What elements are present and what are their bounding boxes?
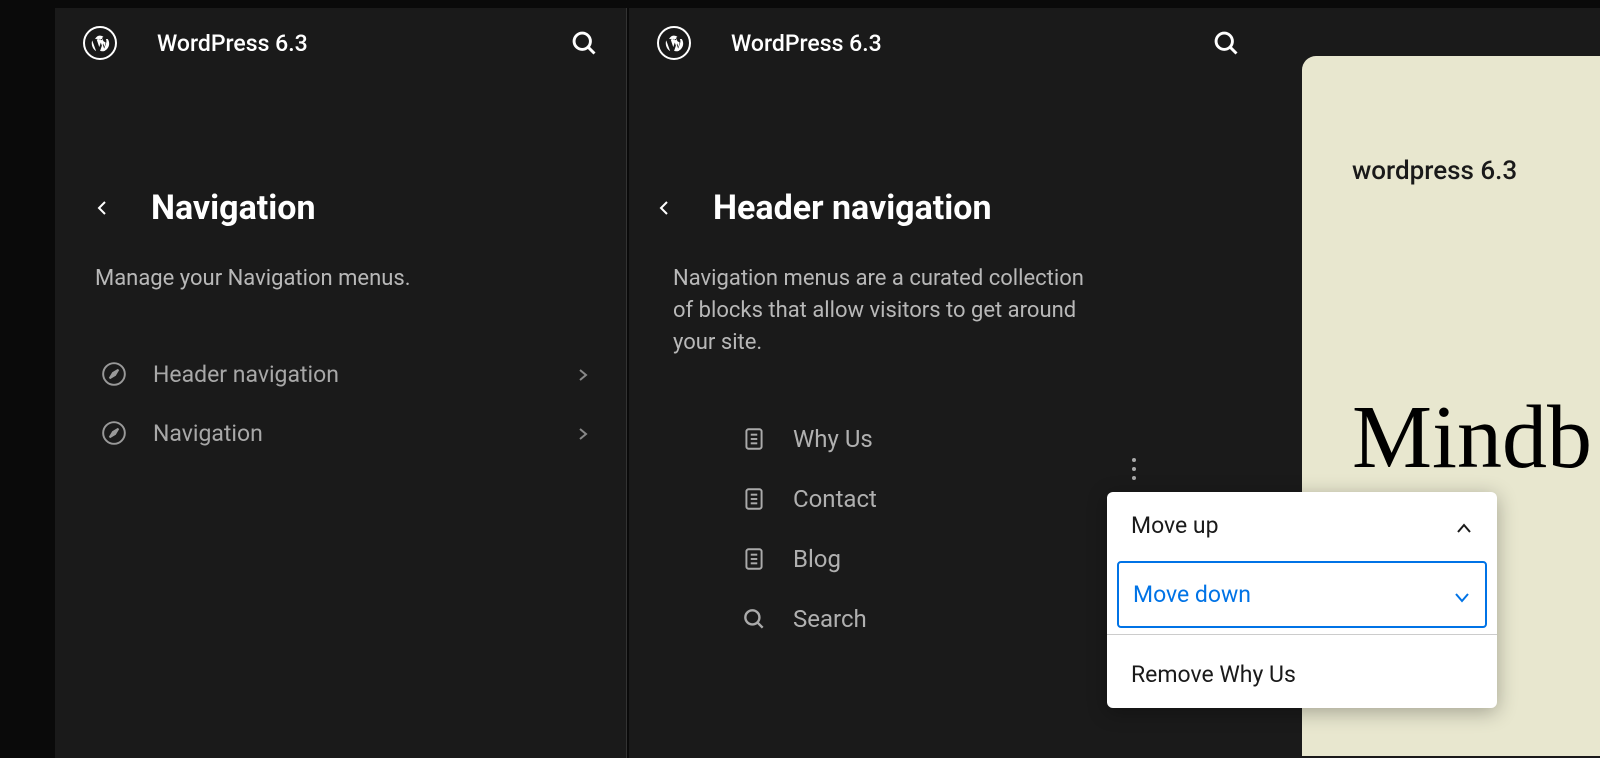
divider — [1107, 634, 1497, 635]
nav-item-header-navigation[interactable]: Header navigation — [93, 345, 598, 404]
page-icon — [741, 546, 767, 572]
context-item-label: Move up — [1131, 512, 1219, 539]
chevron-right-icon — [576, 367, 590, 381]
search-button[interactable] — [1212, 29, 1240, 57]
context-item-label: Remove Why Us — [1131, 661, 1296, 688]
section-title: Navigation — [151, 188, 316, 228]
header-left: WordPress 6.3 — [83, 26, 308, 60]
item-options-button[interactable] — [1124, 450, 1144, 488]
compass-icon — [101, 420, 127, 446]
search-icon — [741, 606, 767, 632]
context-item-label: Move down — [1133, 581, 1251, 608]
search-button[interactable] — [570, 29, 598, 57]
remove-button[interactable]: Remove Why Us — [1107, 641, 1497, 708]
preview-small-title: wordpress 6.3 — [1352, 156, 1600, 186]
navigation-list: Header navigation Navigation — [55, 315, 626, 463]
chevron-up-icon — [1455, 517, 1473, 535]
back-button[interactable] — [95, 200, 111, 216]
wordpress-logo-icon[interactable] — [83, 26, 117, 60]
site-title: WordPress 6.3 — [157, 30, 308, 57]
panel-header: WordPress 6.3 — [55, 8, 626, 78]
page-icon — [741, 426, 767, 452]
page-icon — [741, 486, 767, 512]
compass-icon — [101, 361, 127, 387]
move-up-button[interactable]: Move up — [1107, 492, 1497, 559]
navigation-panel: WordPress 6.3 Navigation Manage your Nav… — [55, 8, 627, 758]
section-description: Manage your Navigation menus. — [55, 238, 626, 315]
section-header: Navigation — [55, 158, 626, 238]
site-title: WordPress 6.3 — [731, 30, 882, 57]
context-menu: Move up Move down Remove Why Us — [1107, 492, 1497, 708]
chevron-down-icon — [1453, 586, 1471, 604]
preview-big-text: Mindb — [1352, 386, 1600, 489]
chevron-right-icon — [576, 426, 590, 440]
nav-item-label: Header navigation — [153, 361, 550, 388]
nav-item-navigation[interactable]: Navigation — [93, 404, 598, 463]
kebab-icon — [1132, 458, 1136, 480]
section-title: Header navigation — [713, 188, 992, 228]
move-down-button[interactable]: Move down — [1117, 561, 1487, 628]
back-button[interactable] — [657, 200, 673, 216]
section-description: Navigation menus are a curated collectio… — [629, 238, 1149, 379]
nav-item-label: Navigation — [153, 420, 550, 447]
wordpress-logo-icon[interactable] — [657, 26, 691, 60]
header-left: WordPress 6.3 — [657, 26, 882, 60]
